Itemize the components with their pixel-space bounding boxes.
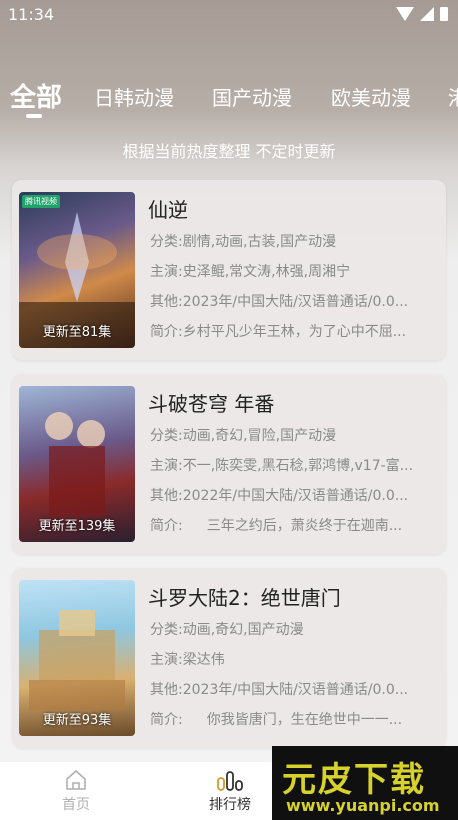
wifi-icon (396, 7, 414, 21)
item-other: 其他:2023年/中国大陆/汉语普通话/0.0... (150, 679, 438, 699)
poster-image: 更新至93集 (19, 580, 135, 736)
tab-domestic[interactable]: 国产动漫 (212, 82, 292, 111)
item-cast: 主演:梁达伟 (150, 649, 438, 669)
poster-image: 更新至139集 (19, 386, 135, 542)
tab-western[interactable]: 欧美动漫 (331, 82, 411, 111)
cast-label: 主演: (150, 458, 183, 474)
cast-value: 梁达伟 (182, 652, 225, 668)
update-status: 更新至81集 (42, 325, 112, 340)
intro-value: 你我皆唐门，生在绝世中一一... (206, 712, 403, 728)
intro-value: 三年之约后，萧炎终于在迦南... (206, 518, 403, 534)
ranking-subtitle: 根据当前热度整理 不定时更新 (122, 142, 336, 161)
item-other: 其他:2022年/中国大陆/汉语普通话/0.0... (150, 485, 438, 505)
item-title: 斗破苍穹 年番 (148, 392, 275, 416)
home-icon (36, 768, 116, 792)
tab-hongkong[interactable]: 港 (448, 82, 458, 111)
item-other: 其他:2023年/中国大陆/汉语普通话/0.0... (150, 291, 438, 311)
other-label: 其他: (150, 488, 183, 504)
item-category: 分类:动画,奇幻,冒险,国产动漫 (150, 425, 438, 445)
tab-all[interactable]: 全部 (10, 77, 62, 114)
item-intro: 简介: 你我皆唐门，生在绝世中一一... (150, 709, 438, 729)
category-value: 动画,奇幻,国产动漫 (182, 622, 304, 638)
item-category: 分类:动画,奇幻,国产动漫 (150, 619, 438, 639)
watermark-url: www.yuanpi.com (286, 796, 440, 815)
other-value: 2023年/中国大陆/汉语普通话/0.0... (182, 682, 409, 698)
status-time: 11:34 (8, 5, 55, 24)
list-item[interactable]: 更新至139集 斗破苍穹 年番 分类:动画,奇幻,冒险,国产动漫 主演:不一,陈… (12, 374, 446, 554)
update-status: 更新至139集 (38, 519, 116, 534)
ranking-icon (190, 768, 270, 792)
nav-home[interactable]: 首页 (36, 768, 116, 814)
item-title: 斗罗大陆2：绝世唐门 (148, 586, 341, 610)
category-label: 分类: (150, 428, 183, 444)
poster-source-tag: 腾讯视频 (22, 195, 60, 208)
status-icons (396, 7, 448, 21)
watermark-text: 元皮下载 (282, 760, 426, 800)
intro-label: 简介: (150, 518, 183, 534)
item-category: 分类:剧情,动画,古装,国产动漫 (150, 231, 438, 251)
nav-ranking[interactable]: 排行榜 (190, 768, 270, 814)
category-label: 分类: (150, 234, 183, 250)
item-intro: 简介: 三年之约后，萧炎终于在迦南... (150, 515, 438, 535)
category-label: 分类: (150, 622, 183, 638)
cast-value: 史泽鲲,常文涛,林强,周湘宁 (182, 264, 351, 280)
watermark-logo: 元皮下载 www.yuanpi.com (272, 746, 458, 820)
item-intro: 简介:乡村平凡少年王林，为了心中不屈... (150, 321, 438, 341)
other-label: 其他: (150, 682, 183, 698)
battery-icon (440, 7, 448, 21)
list-item[interactable]: 腾讯视频 更新至81集 仙逆 分类:剧情,动画,古装,国产动漫 主演:史泽鲲,常… (12, 180, 446, 360)
signal-icon (420, 7, 434, 21)
nav-ranking-label: 排行榜 (209, 797, 251, 813)
other-label: 其他: (150, 294, 183, 310)
intro-value: 乡村平凡少年王林，为了心中不屈... (182, 324, 407, 340)
nav-home-label: 首页 (62, 797, 90, 813)
tab-indicator (26, 114, 42, 118)
poster-image: 腾讯视频 更新至81集 (19, 192, 135, 348)
cast-label: 主演: (150, 652, 183, 668)
other-value: 2022年/中国大陆/汉语普通话/0.0... (182, 488, 409, 504)
status-bar: 11:34 (0, 0, 458, 30)
item-cast: 主演:史泽鲲,常文涛,林强,周湘宁 (150, 261, 438, 281)
tab-japanese-korean[interactable]: 日韩动漫 (94, 82, 174, 111)
other-value: 2023年/中国大陆/汉语普通话/0.0... (182, 294, 409, 310)
category-value: 剧情,动画,古装,国产动漫 (182, 234, 337, 250)
item-title: 仙逆 (148, 198, 188, 222)
list-item[interactable]: 更新至93集 斗罗大陆2：绝世唐门 分类:动画,奇幻,国产动漫 主演:梁达伟 其… (12, 568, 446, 748)
category-value: 动画,奇幻,冒险,国产动漫 (182, 428, 337, 444)
intro-label: 简介: (150, 324, 183, 340)
intro-label: 简介: (150, 712, 183, 728)
cast-value: 不一,陈奕雯,黑石稔,郭鸿博,v17-富... (182, 458, 414, 474)
item-cast: 主演:不一,陈奕雯,黑石稔,郭鸿博,v17-富... (150, 455, 438, 475)
cast-label: 主演: (150, 264, 183, 280)
category-tabs: 全部 日韩动漫 国产动漫 欧美动漫 港 (0, 70, 458, 120)
update-status: 更新至93集 (42, 713, 112, 728)
